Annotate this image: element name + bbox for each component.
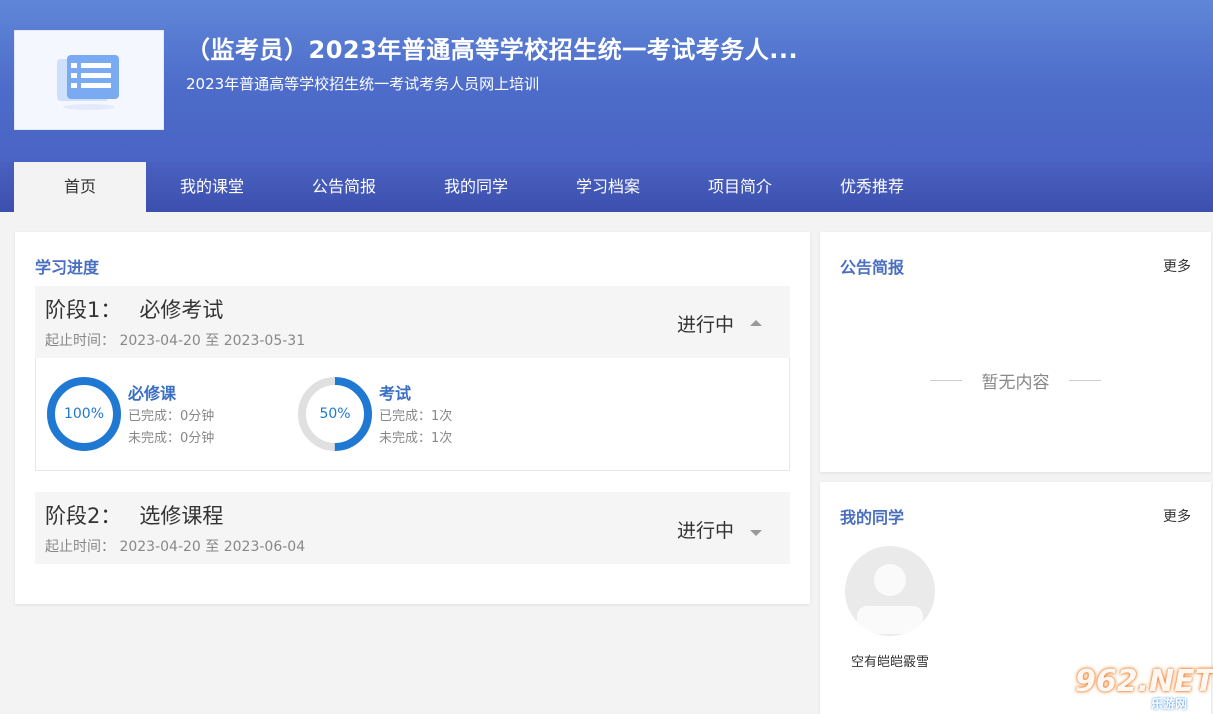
avatar[interactable] — [845, 546, 935, 636]
watermark-sub: 乐游网 — [1151, 697, 1188, 711]
required-course-name[interactable]: 必修课 — [128, 380, 176, 404]
page-title: （监考员）2023年普通高等学校招生统一考试考务人... — [186, 36, 799, 64]
divider — [930, 380, 963, 381]
exam-percent: 50% — [319, 406, 351, 422]
page-header: （监考员）2023年普通高等学校招生统一考试考务人... 2023年普通高等学校… — [0, 0, 1213, 162]
watermark-main: 962.NET — [1075, 664, 1213, 699]
nav-item-project-intro[interactable]: 项目简介 — [674, 162, 806, 212]
stage-2-time: 起止时间： 2023-04-20 至 2023-06-04 — [45, 536, 305, 556]
progress-card: 学习进度 阶段1： 必修考试 起止时间： 2023-04-20 至 2023-05… — [15, 232, 810, 604]
exam-undone: 未完成：1次 — [379, 431, 453, 446]
stage-2-header[interactable]: 阶段2： 选修课程 起止时间： 2023-04-20 至 2023-06-04 进… — [35, 492, 790, 564]
exam-name[interactable]: 考试 — [379, 380, 411, 404]
nav-item-study-records[interactable]: 学习档案 — [542, 162, 674, 212]
page-subtitle: 2023年普通高等学校招生统一考试考务人员网上培训 — [186, 75, 540, 93]
expand-arrow-icon[interactable] — [750, 530, 762, 536]
stage-2-title: 阶段2： 选修课程 — [45, 500, 223, 530]
stage-1-header[interactable]: 阶段1： 必修考试 起止时间： 2023-04-20 至 2023-05-31 进… — [35, 286, 790, 358]
notices-title: 公告简报 — [840, 258, 905, 277]
nav-item-recommend[interactable]: 优秀推荐 — [806, 162, 938, 212]
stage-2-end: 2023-06-04 — [223, 539, 306, 555]
stage-1-end: 2023-05-31 — [223, 333, 306, 349]
empty-text: 暂无内容 — [981, 373, 1050, 393]
classmates-more-link[interactable]: 更多 — [1163, 506, 1191, 526]
main-nav: 首页 我的课堂 公告简报 我的同学 学习档案 项目简介 优秀推荐 — [0, 162, 1213, 212]
stage-2-time-label: 起止时间： — [45, 539, 115, 555]
nav-item-home[interactable]: 首页 — [14, 162, 146, 212]
divider — [1068, 380, 1101, 381]
notices-empty: 暂无内容 — [820, 368, 1211, 393]
required-course-done: 已完成：0分钟 — [128, 409, 215, 424]
progress-title: 学习进度 — [35, 258, 100, 277]
stage-1-time-label: 起止时间： — [45, 333, 115, 349]
stage-1-name: 必修考试 — [139, 298, 224, 322]
nav-item-my-class[interactable]: 我的课堂 — [146, 162, 278, 212]
collapse-arrow-icon[interactable] — [750, 320, 762, 326]
nav-item-notices[interactable]: 公告简报 — [278, 162, 410, 212]
stage-2-prefix: 阶段2： — [45, 504, 122, 528]
classmate-name[interactable]: 空有皑皑霰雪 — [830, 651, 950, 670]
notices-card: 公告简报 更多 暂无内容 — [820, 232, 1211, 472]
project-thumbnail — [14, 30, 164, 130]
notices-more-link[interactable]: 更多 — [1163, 256, 1191, 276]
classmates-title: 我的同学 — [840, 508, 905, 527]
exam-progress-ring: 50% — [297, 376, 373, 452]
stage-1-sep: 至 — [205, 333, 220, 349]
stage-1-start: 2023-04-20 — [119, 333, 201, 349]
stage-1-prefix: 阶段1： — [45, 298, 122, 322]
stage-2-status: 进行中 — [676, 520, 734, 542]
nav-item-classmates[interactable]: 我的同学 — [410, 162, 542, 212]
stage-2-name: 选修课程 — [139, 504, 224, 528]
required-course-progress-ring: 100% — [46, 376, 122, 452]
stage-1-status: 进行中 — [676, 314, 734, 336]
document-list-icon — [57, 55, 119, 110]
site-watermark-logo: 962.NET 乐游网 — [1075, 664, 1213, 714]
stage-1-title: 阶段1： 必修考试 — [45, 294, 223, 324]
user-avatar-icon — [857, 564, 923, 634]
required-course-percent: 100% — [63, 406, 105, 422]
stage-2-start: 2023-04-20 — [119, 539, 201, 555]
stage-1-body: 100% 必修课 已完成：0分钟 未完成：0分钟 50% 考试 已完成：1次 未… — [35, 358, 790, 471]
exam-done: 已完成：1次 — [379, 409, 453, 424]
stage-2-sep: 至 — [205, 539, 220, 555]
stage-1-time: 起止时间： 2023-04-20 至 2023-05-31 — [45, 330, 305, 350]
required-course-undone: 未完成：0分钟 — [128, 431, 215, 446]
